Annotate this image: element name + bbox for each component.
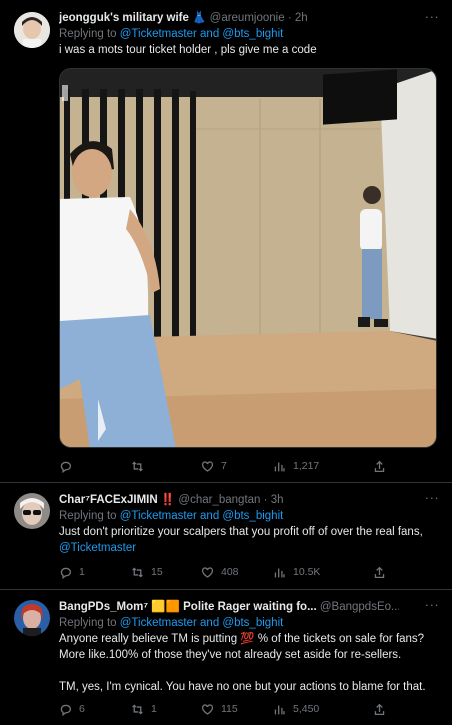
retweet-count: 1 (151, 703, 157, 715)
views-count: 5,450 (293, 703, 320, 715)
replying-to-label: Replying to (59, 28, 117, 40)
mention-and: and (200, 28, 220, 40)
views-button[interactable]: 1,217 (273, 460, 373, 473)
badge-emoji: 👗 (192, 12, 207, 24)
hundred-points-emoji: 💯 (240, 633, 255, 645)
replying-to-label: Replying to (59, 510, 117, 522)
mention-and: and (200, 510, 220, 522)
tweet-text: Just don't prioritize your scalpers that… (59, 524, 440, 556)
user-handle[interactable]: @BangpdsEo... (320, 601, 399, 613)
video-frame (60, 69, 436, 447)
views-icon (274, 461, 285, 471)
user-handle[interactable]: @areumjoonie (210, 12, 285, 24)
share-button[interactable] (373, 703, 386, 716)
display-name[interactable]: BangPDs_Mom⁷ 🟨🟧 Polite Rager waiting fo.… (59, 601, 317, 613)
tweet-actions: 1 15 408 10.5K (59, 563, 392, 581)
mention-and: and (200, 617, 220, 629)
retweet-button[interactable]: 1 (131, 703, 201, 716)
tweet-text-body: Just don't prioritize your scalpers that… (59, 526, 423, 538)
views-icon (274, 567, 285, 577)
user-handle[interactable]: @char_bangtan (178, 494, 260, 506)
replying-to: Replying to @Ticketmaster and @bts_bighi… (59, 26, 440, 42)
reply-button[interactable]: 1 (59, 566, 131, 579)
share-button[interactable] (373, 566, 386, 579)
mention-link[interactable]: @bts_bighit (222, 617, 283, 629)
tweet-text-line: % of the tickets on sale for fans? (257, 633, 425, 645)
avatar[interactable] (14, 600, 50, 636)
tweet-1[interactable]: jeongguk's military wife 👗 @areumjoonie … (0, 0, 452, 483)
tweet-header: BangPDs_Mom⁷ 🟨🟧 Polite Rager waiting fo.… (59, 599, 399, 615)
views-count: 10.5K (293, 566, 321, 578)
retweet-icon (132, 567, 143, 577)
tweet-text: Anyone really believe TM is putting 💯 % … (59, 631, 440, 695)
separator-dot: · (287, 12, 292, 24)
like-button[interactable]: 408 (201, 566, 273, 579)
avatar-image (14, 493, 50, 529)
badge-emoji: ‼️ (160, 494, 176, 506)
tweet-header: jeongguk's military wife 👗 @areumjoonie … (59, 10, 440, 26)
mention-link[interactable]: @bts_bighit (222, 510, 283, 522)
reply-button[interactable] (59, 460, 131, 473)
share-button[interactable] (373, 460, 386, 473)
retweet-icon (132, 704, 143, 714)
timestamp[interactable]: 3h (271, 494, 284, 506)
tweet-text-line: TM, yes, I'm cynical. You have no one bu… (59, 681, 426, 693)
tweet-text-line: Anyone really believe TM is putting (59, 633, 238, 645)
tweet-3[interactable]: BangPDs_Mom⁷ 🟨🟧 Polite Rager waiting fo.… (0, 590, 452, 725)
like-count: 7 (221, 460, 227, 472)
heart-icon (201, 460, 214, 472)
retweet-button[interactable] (131, 460, 201, 473)
avatar-image (14, 600, 50, 636)
like-count: 115 (221, 703, 238, 715)
retweet-icon (132, 461, 143, 471)
reply-icon (60, 704, 72, 716)
share-icon (374, 703, 385, 715)
views-button[interactable]: 10.5K (273, 566, 373, 579)
like-button[interactable]: 115 (201, 703, 273, 716)
more-options-icon[interactable]: ··· (424, 598, 440, 616)
tweet-actions: 7 1,217 (59, 457, 392, 475)
mention-link[interactable]: @Ticketmaster (120, 510, 197, 522)
retweet-button[interactable]: 15 (131, 566, 201, 579)
share-icon (374, 566, 385, 578)
like-button[interactable]: 7 (201, 460, 273, 473)
reply-icon (60, 461, 72, 473)
timestamp[interactable]: 2h (295, 12, 308, 24)
reply-count: 6 (79, 703, 85, 715)
tweet-2[interactable]: Char⁷FACExJIMIN ‼️ @char_bangtan · 3h Re… (0, 483, 452, 590)
replying-to-label: Replying to (59, 617, 117, 629)
like-count: 408 (221, 566, 239, 578)
views-count: 1,217 (293, 460, 320, 472)
display-name[interactable]: jeongguk's military wife (59, 12, 189, 24)
mention-link[interactable]: @bts_bighit (222, 28, 283, 40)
tweet-text: i was a mots tour ticket holder , pls gi… (59, 44, 317, 56)
more-options-icon[interactable]: ··· (424, 491, 440, 509)
share-icon (374, 460, 385, 472)
avatar-image (14, 12, 50, 48)
separator-dot: · (263, 494, 268, 506)
heart-icon (201, 703, 214, 715)
mention-link[interactable]: @Ticketmaster (59, 542, 136, 554)
tweet-actions: 6 1 115 5,450 (59, 700, 392, 718)
views-button[interactable]: 5,450 (273, 703, 373, 716)
tweet-text-line: More like.100% of those they've not alre… (59, 649, 402, 661)
mention-link[interactable]: @Ticketmaster (120, 617, 197, 629)
retweet-count: 15 (151, 566, 163, 578)
display-name[interactable]: Char⁷FACExJIMIN (59, 494, 158, 506)
replying-to: Replying to @Ticketmaster and @bts_bighi… (59, 615, 440, 631)
reply-icon (60, 567, 72, 579)
heart-icon (201, 566, 214, 578)
tweet-header: Char⁷FACExJIMIN ‼️ @char_bangtan · 3h (59, 492, 440, 508)
avatar[interactable] (14, 12, 50, 48)
tweet-video[interactable] (59, 68, 437, 448)
views-icon (274, 704, 285, 714)
reply-count: 1 (79, 566, 85, 578)
reply-button[interactable]: 6 (59, 703, 131, 716)
mention-link[interactable]: @Ticketmaster (120, 28, 197, 40)
replying-to: Replying to @Ticketmaster and @bts_bighi… (59, 508, 440, 524)
avatar[interactable] (14, 493, 50, 529)
more-options-icon[interactable]: ··· (424, 10, 440, 28)
